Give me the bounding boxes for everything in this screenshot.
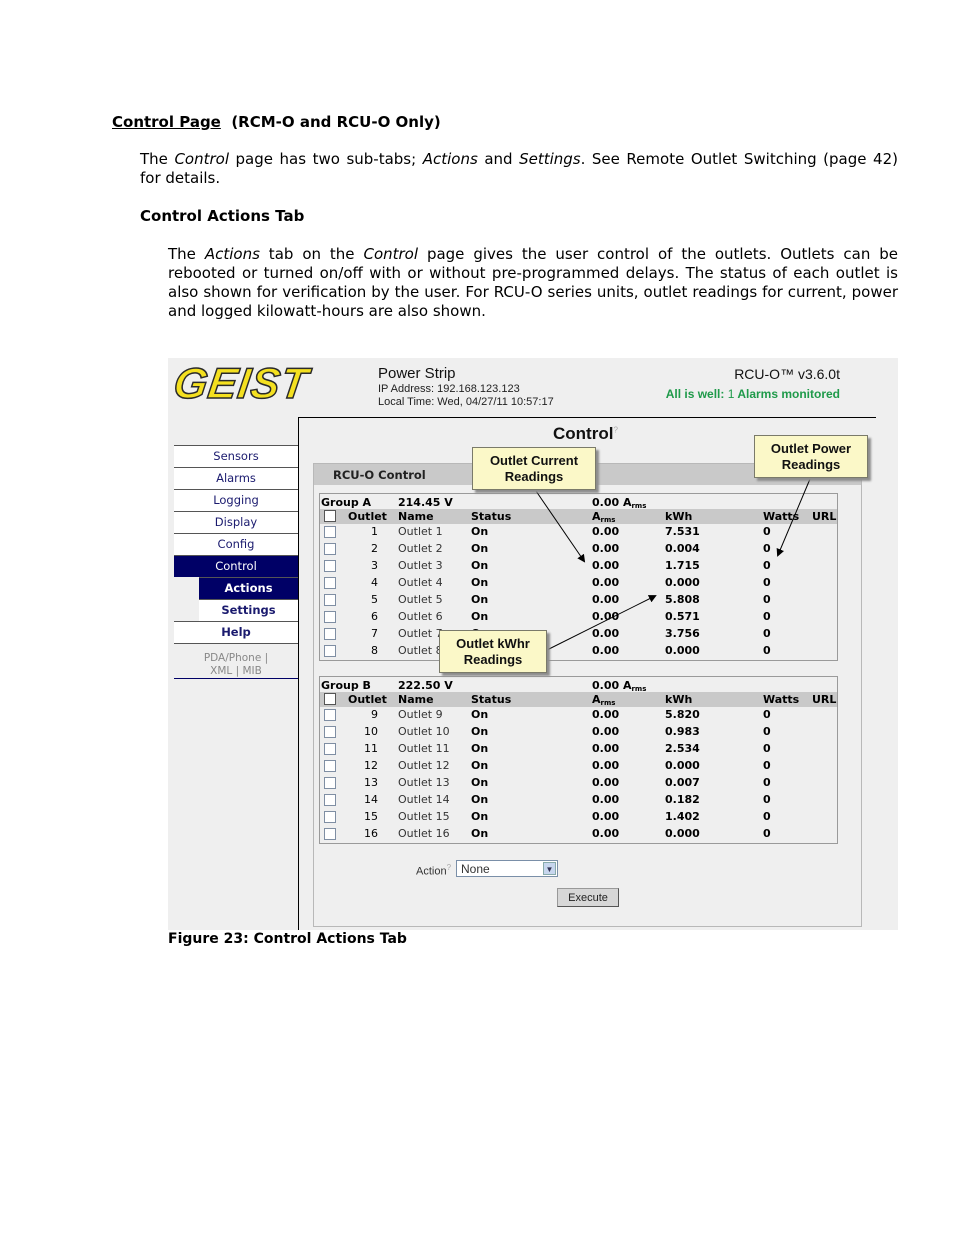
subsection-heading: Control Actions Tab: [140, 207, 305, 225]
callout-outlet-kwh: Outlet kWhr Readings: [439, 630, 547, 673]
figure-caption: Figure 23: Control Actions Tab: [168, 931, 407, 947]
kwh-arrow: [546, 595, 657, 651]
section-heading: Control Page (RCM-O and RCU-O Only): [112, 113, 441, 131]
body-paragraph: The Actions tab on the Control page give…: [168, 245, 899, 320]
callout-outlet-power: Outlet Power Readings: [754, 435, 868, 478]
control-actions-screenshot: GEIST Power Strip IP Address: 192.168.12…: [168, 358, 898, 930]
callout-outlet-current: Outlet Current Readings: [472, 447, 596, 490]
power-arrow: [776, 478, 811, 557]
current-arrow: [535, 490, 586, 563]
intro-paragraph: The Control page has two sub-tabs; Actio…: [140, 150, 898, 187]
